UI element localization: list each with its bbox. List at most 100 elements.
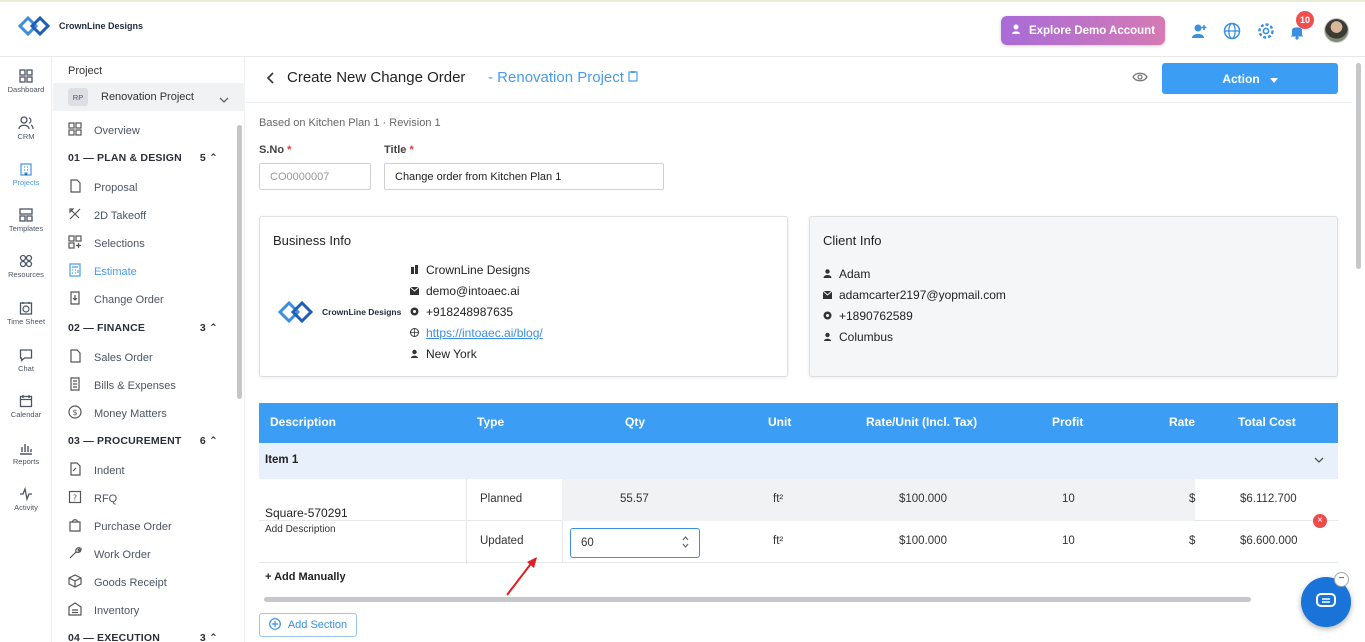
red-arrow-annotation xyxy=(506,557,537,596)
building-icon xyxy=(0,162,52,176)
client-info-card: Client Info Adam adamcarter2197@yopmail.… xyxy=(809,216,1338,377)
user-avatar[interactable] xyxy=(1324,18,1349,43)
sidebar-item-overview[interactable]: Overview xyxy=(68,122,140,139)
project-name: Renovation Project xyxy=(101,91,194,103)
col-profit: Profit xyxy=(1052,415,1084,429)
rail-reports[interactable]: Reports xyxy=(0,441,52,466)
project-selector[interactable]: RP Renovation Project xyxy=(53,83,245,111)
user-icon xyxy=(823,267,832,281)
col-type: Type xyxy=(477,415,505,429)
templates-icon xyxy=(0,208,52,222)
back-arrow-icon[interactable] xyxy=(266,72,276,87)
brand-logo[interactable]: CrownLine Designs xyxy=(17,12,143,40)
qty-input[interactable]: 60 xyxy=(570,528,700,558)
sidebar-item-bills-expenses[interactable]: Bills & Expenses xyxy=(68,377,176,394)
row-total: $6.600.000 xyxy=(1240,535,1298,547)
rail-timesheet[interactable]: Time Sheet xyxy=(0,301,52,326)
rail-calendar[interactable]: Calendar xyxy=(0,394,52,419)
logo-icon xyxy=(277,300,314,324)
svg-text:?: ? xyxy=(73,494,77,503)
resources-icon xyxy=(0,254,52,268)
section-finance[interactable]: 02 — FINANCE 3 ⌃ xyxy=(68,322,218,334)
section-procurement[interactable]: 03 — PROCUREMENT 6 ⌃ xyxy=(68,435,218,447)
rail-resources[interactable]: Resources xyxy=(0,254,52,279)
item-group-row[interactable]: Item 1 xyxy=(259,443,1338,479)
sidebar-item-estimate[interactable]: Estimate xyxy=(68,263,137,280)
add-user-icon[interactable] xyxy=(1189,21,1209,41)
clipboard-icon[interactable] xyxy=(628,69,638,86)
building-icon xyxy=(410,263,419,277)
sidebar-scrollbar[interactable] xyxy=(237,125,242,399)
business-email-line: demo@intoaec.ai xyxy=(409,284,520,298)
chevron-up-icon: ⌃ xyxy=(209,632,218,642)
chevron-down-icon[interactable] xyxy=(1314,455,1324,467)
table-row: Planned 55.57 ft² $100.000 10 $ $6.112.7… xyxy=(259,479,1338,564)
business-website-line[interactable]: https://intoaec.ai/blog/ xyxy=(410,326,543,340)
sidebar-item-sales-order[interactable]: Sales Order xyxy=(68,349,153,366)
minimize-chat-icon[interactable]: − xyxy=(1334,572,1349,587)
spinner-icon[interactable] xyxy=(682,535,689,552)
calendar-icon xyxy=(0,394,52,408)
svg-text:$: $ xyxy=(72,408,77,417)
chevron-up-icon: ⌃ xyxy=(209,322,218,334)
chevron-up-icon: ⌃ xyxy=(209,152,218,164)
overview-icon xyxy=(68,122,82,139)
client-city-line: Columbus xyxy=(823,330,893,344)
plus-circle-icon xyxy=(268,617,281,633)
reports-icon xyxy=(0,441,52,455)
rail-dashboard[interactable]: Dashboard xyxy=(0,69,52,94)
sidebar-item-purchase-order[interactable]: Purchase Order xyxy=(68,518,172,535)
eye-icon[interactable] xyxy=(1132,71,1148,86)
wrench-icon xyxy=(68,546,82,563)
row-unit: ft² xyxy=(773,493,784,505)
sidebar-item-proposal[interactable]: Proposal xyxy=(68,179,137,196)
col-total-cost: Total Cost xyxy=(1238,415,1296,429)
calculator-icon xyxy=(68,263,82,280)
business-info-heading: Business Info xyxy=(273,233,352,248)
add-section-button[interactable]: Add Section xyxy=(259,613,357,637)
document-icon xyxy=(68,179,82,196)
row-unit: ft² xyxy=(773,535,784,547)
rail-crm[interactable]: CRM xyxy=(0,116,52,141)
row-profit: 10 xyxy=(1062,535,1075,547)
sidebar-item-goods-receipt[interactable]: Goods Receipt xyxy=(68,574,167,591)
sidebar-item-selections[interactable]: Selections xyxy=(68,235,145,252)
notification-badge: 10 xyxy=(1296,11,1314,29)
sno-input[interactable]: CO0000007 xyxy=(259,163,371,190)
row-rate-unit: $100.000 xyxy=(899,535,947,547)
delete-row-icon[interactable]: × xyxy=(1313,514,1327,528)
chat-icon xyxy=(0,348,52,362)
sidebar-item-rfq[interactable]: ? RFQ xyxy=(68,490,117,507)
row-total: $6.112.700 xyxy=(1240,493,1297,505)
page-scrollbar[interactable] xyxy=(1356,63,1361,269)
explore-demo-button[interactable]: Explore Demo Account xyxy=(1001,16,1165,45)
settings-gear-icon[interactable] xyxy=(1256,21,1276,41)
rail-templates[interactable]: Templates xyxy=(0,208,52,233)
table-scrollbar[interactable] xyxy=(264,597,1251,602)
section-execution[interactable]: 04 — EXECUTION 3 ⌃ xyxy=(68,632,218,642)
selections-icon xyxy=(68,235,82,252)
based-on-text: Based on Kitchen Plan 1 · Revision 1 xyxy=(259,117,441,129)
globe-icon[interactable] xyxy=(1222,21,1242,41)
sno-label: S.No * xyxy=(259,144,292,156)
rail-activity[interactable]: Activity xyxy=(0,487,52,512)
sidebar-item-inventory[interactable]: Inventory xyxy=(68,602,139,619)
title-input[interactable]: Change order from Kitchen Plan 1 xyxy=(384,163,664,190)
col-unit: Unit xyxy=(768,415,792,429)
sidebar-item-work-order[interactable]: Work Order xyxy=(68,546,151,563)
phone-icon xyxy=(410,305,419,319)
sidebar-item-change-order[interactable]: Change Order xyxy=(68,291,164,308)
sidebar-item-money-matters[interactable]: $ Money Matters xyxy=(68,405,167,422)
rail-chat[interactable]: Chat xyxy=(0,348,52,373)
action-dropdown-button[interactable]: Action xyxy=(1162,63,1338,94)
top-bar: CrownLine Designs Explore Demo Account 1… xyxy=(0,0,1365,57)
chevron-up-icon: ⌃ xyxy=(209,435,218,447)
rail-projects[interactable]: Projects xyxy=(0,162,52,187)
sidebar-item-indent[interactable]: Indent xyxy=(68,462,125,479)
section-plan-design[interactable]: 01 — PLAN & DESIGN 5 ⌃ xyxy=(68,152,218,164)
page-project-link[interactable]: - Renovation Project xyxy=(488,69,638,86)
brand-name: CrownLine Designs xyxy=(59,21,144,31)
add-manually-link[interactable]: + Add Manually xyxy=(265,571,346,583)
sidebar-item-2d-takeoff[interactable]: 2D Takeoff xyxy=(68,207,146,224)
question-icon: ? xyxy=(68,490,82,507)
